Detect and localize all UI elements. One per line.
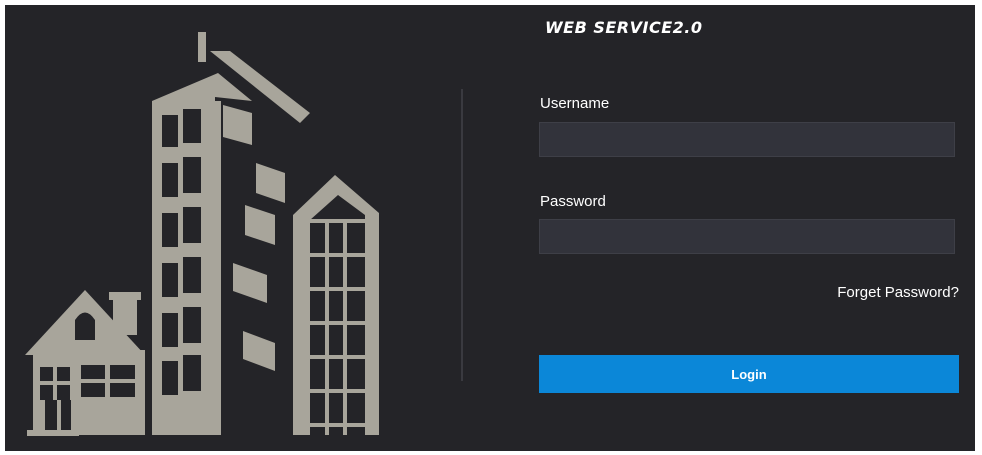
brand-title: WEB SERVICE2.0 [545, 18, 703, 37]
forget-password-link[interactable]: Forget Password? [837, 284, 959, 301]
login-panel: WEB SERVICE2.0 Username Password Forget … [5, 5, 975, 451]
password-label: Password [540, 193, 606, 210]
password-input[interactable] [539, 219, 955, 254]
vertical-divider [461, 89, 463, 381]
username-label: Username [540, 95, 610, 112]
login-button[interactable]: Login [539, 355, 959, 393]
buildings-illustration [25, 32, 379, 436]
username-input[interactable] [539, 122, 955, 157]
